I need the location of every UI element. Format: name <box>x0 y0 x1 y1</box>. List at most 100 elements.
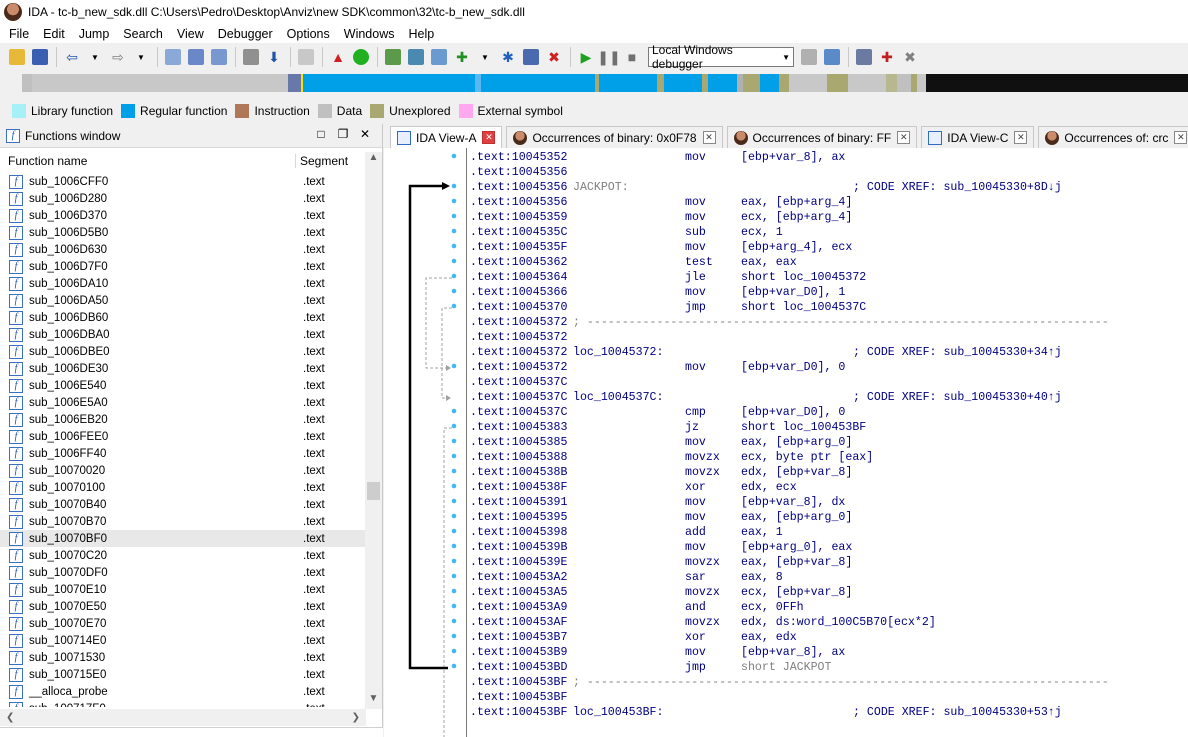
instruction-mnemonic[interactable]: jle <box>685 270 706 285</box>
navigation-segment[interactable] <box>664 74 703 92</box>
line-address[interactable]: .text:100453B7 <box>470 630 567 645</box>
scroll-thumb[interactable] <box>367 482 380 500</box>
xref-comment[interactable]: ; CODE XREF: sub_10045330+34↑j <box>853 345 1062 360</box>
instruction-operands[interactable]: [ebp+var_D0], 0 <box>741 360 845 375</box>
navigation-segment[interactable] <box>302 74 476 92</box>
close-icon[interactable]: ✕ <box>897 131 911 144</box>
line-address[interactable]: .text:10045359 <box>470 210 567 225</box>
line-address[interactable]: .text:10045356 <box>470 180 567 195</box>
next-code-icon[interactable] <box>240 46 262 68</box>
instruction-mnemonic[interactable]: add <box>685 525 706 540</box>
function-row[interactable]: f sub_1006D7F0 .text <box>0 258 366 275</box>
function-row[interactable]: f sub_10070DF0 .text <box>0 564 366 581</box>
jump-down-icon[interactable]: ⬇ <box>263 46 285 68</box>
separator-comment[interactable]: ; --------------------------------------… <box>573 675 1109 690</box>
instruction-mnemonic[interactable]: mov <box>685 285 706 300</box>
scroll-left-icon[interactable]: ❮ <box>6 712 14 723</box>
function-row[interactable]: f sub_10070BF0 .text <box>0 530 366 547</box>
function-row[interactable]: f sub_10071530 .text <box>0 649 366 666</box>
instruction-operands[interactable]: eax, [ebp+arg_0] <box>741 510 852 525</box>
delete-x-icon[interactable]: ✖ <box>543 46 565 68</box>
line-address[interactable]: .text:10045395 <box>470 510 567 525</box>
function-row[interactable]: f sub_10070020 .text <box>0 462 366 479</box>
function-row[interactable]: f sub_10070E50 .text <box>0 598 366 615</box>
line-address[interactable]: .text:1004539E <box>470 555 567 570</box>
code-label[interactable]: loc_10045372: <box>573 345 663 360</box>
instruction-operands[interactable]: edx, [ebp+var_8] <box>741 465 852 480</box>
navigation-segment[interactable] <box>31 74 288 92</box>
navigation-segment[interactable] <box>916 74 927 92</box>
menu-view[interactable]: View <box>170 27 211 41</box>
menu-jump[interactable]: Jump <box>72 27 117 41</box>
save-icon[interactable] <box>29 46 51 68</box>
line-address[interactable]: .text:100453BF <box>470 705 567 720</box>
back-dropdown-icon[interactable]: ▼ <box>84 46 106 68</box>
create-struct-icon[interactable] <box>382 46 404 68</box>
instruction-mnemonic[interactable]: sub <box>685 225 706 240</box>
instruction-mnemonic[interactable]: cmp <box>685 405 706 420</box>
instruction-mnemonic[interactable]: mov <box>685 360 706 375</box>
line-address[interactable]: .text:1004535F <box>470 240 567 255</box>
navigation-segment[interactable] <box>759 74 779 92</box>
line-address[interactable]: .text:1004537C <box>470 375 567 390</box>
line-address[interactable]: .text:1004537C <box>470 390 567 405</box>
instruction-operands[interactable]: short loc_100453BF <box>741 420 866 435</box>
functions-horizontal-scrollbar[interactable]: ❮ ❯ <box>0 709 366 726</box>
back-arrow-icon[interactable]: ⇦ <box>61 46 83 68</box>
instruction-mnemonic[interactable]: mov <box>685 435 706 450</box>
line-address[interactable]: .text:100453BF <box>470 675 567 690</box>
instruction-operands[interactable]: eax, edx <box>741 630 797 645</box>
line-address[interactable]: .text:100453B9 <box>470 645 567 660</box>
line-address[interactable]: .text:1004535C <box>470 225 567 240</box>
instruction-operands[interactable]: short loc_10045372 <box>741 270 866 285</box>
menu-edit[interactable]: Edit <box>36 27 72 41</box>
line-address[interactable]: .text:10045364 <box>470 270 567 285</box>
instruction-operands[interactable]: [ebp+arg_4], ecx <box>741 240 852 255</box>
function-row[interactable]: f sub_1006D280 .text <box>0 190 366 207</box>
line-address[interactable]: .text:10045366 <box>470 285 567 300</box>
instruction-operands[interactable]: edx, ecx <box>741 480 797 495</box>
instruction-mnemonic[interactable]: movzx <box>685 615 720 630</box>
instruction-operands[interactable]: [ebp+var_8], ax <box>741 645 845 660</box>
function-row[interactable]: f sub_10070E70 .text <box>0 615 366 632</box>
instruction-mnemonic[interactable]: mov <box>685 195 706 210</box>
instruction-mnemonic[interactable]: sar <box>685 570 706 585</box>
line-address[interactable]: .text:10045372 <box>470 345 567 360</box>
instruction-mnemonic[interactable]: xor <box>685 630 706 645</box>
instruction-operands[interactable]: ecx, 0FFh <box>741 600 804 615</box>
menu-help[interactable]: Help <box>401 27 441 41</box>
column-segment[interactable]: Segment <box>296 154 348 168</box>
functions-vertical-scrollbar[interactable]: ▲ ▼ <box>365 152 382 709</box>
menu-windows[interactable]: Windows <box>337 27 402 41</box>
line-address[interactable]: .text:100453BD <box>470 660 567 675</box>
line-address[interactable]: .text:1004537C <box>470 405 567 420</box>
run-green-icon[interactable] <box>350 46 372 68</box>
navigation-segment[interactable] <box>886 74 898 92</box>
line-address[interactable]: .text:10045385 <box>470 435 567 450</box>
function-row[interactable]: f sub_1006E5A0 .text <box>0 394 366 411</box>
function-row[interactable]: f sub_100717F0.text <box>0 700 366 707</box>
function-row[interactable]: f sub_10070C20 .text <box>0 547 366 564</box>
line-address[interactable]: .text:10045362 <box>470 255 567 270</box>
tab-ida-view-c[interactable]: IDA View-C ✕ <box>921 126 1035 148</box>
line-address[interactable]: .text:100453A2 <box>470 570 567 585</box>
instruction-operands[interactable]: ecx, byte ptr [eax] <box>741 450 873 465</box>
attach-icon[interactable] <box>798 46 820 68</box>
function-row[interactable]: f sub_10070E10 .text <box>0 581 366 598</box>
close-icon[interactable]: ✕ <box>1174 131 1188 144</box>
close-icon[interactable]: ✕ <box>354 127 376 141</box>
function-row[interactable]: f sub_1006FEE0 .text <box>0 428 366 445</box>
pause-icon[interactable]: ❚❚ <box>597 46 620 68</box>
binary-search-icon[interactable] <box>162 46 184 68</box>
instruction-operands[interactable]: short loc_1004537C <box>741 300 866 315</box>
close-icon[interactable]: ✕ <box>482 131 496 144</box>
close-icon[interactable]: ✕ <box>702 131 716 144</box>
tab-occurrences-crc[interactable]: Occurrences of: crc ✕ <box>1038 126 1188 148</box>
tool-disabled-icon[interactable] <box>295 46 317 68</box>
function-row[interactable]: f sub_100714E0 .text <box>0 632 366 649</box>
navigation-segment[interactable] <box>897 74 911 92</box>
instruction-mnemonic[interactable]: jmp <box>685 300 706 315</box>
function-row[interactable]: f sub_1006DBA0 .text <box>0 326 366 343</box>
instruction-operands[interactable]: ecx, [ebp+var_8] <box>741 585 852 600</box>
line-address[interactable]: .text:10045370 <box>470 300 567 315</box>
